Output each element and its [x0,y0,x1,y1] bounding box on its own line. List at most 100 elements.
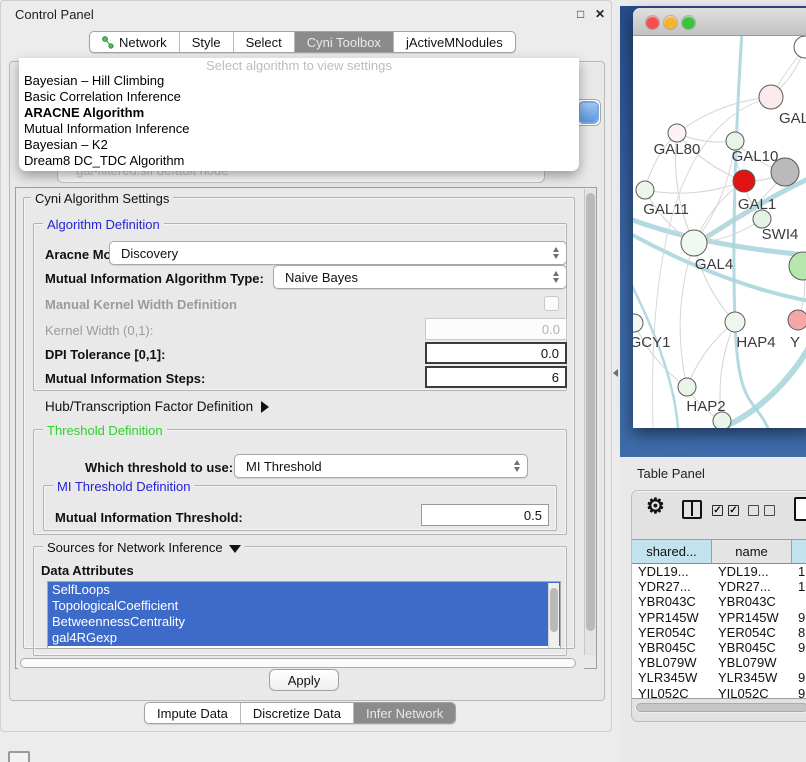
data-attribute-item[interactable]: BetweennessCentrality [48,614,560,630]
algorithm-option[interactable]: Mutual Information Inference [19,121,579,137]
network-node-GCY1[interactable] [633,314,643,332]
table-cell[interactable]: 12 [792,579,806,594]
table-cell[interactable]: 9. [792,670,806,685]
table-row[interactable]: YDL19...YDL19...13 [632,564,806,579]
network-node[interactable] [789,252,806,280]
algorithm-option[interactable]: Bayesian – K2 [19,137,579,153]
table-cell[interactable]: 9 [792,686,806,700]
network-node-GAL80[interactable] [668,124,686,142]
table-cell[interactable]: YBR043C [632,594,712,609]
table-row[interactable]: YLR345WYLR345W9. [632,670,806,685]
which-threshold-combo[interactable]: MI Threshold [234,454,528,478]
select-all-checkbox-icon[interactable]: ✓ [712,505,723,516]
network-node-HAP4[interactable] [725,312,745,332]
network-window-titlebar[interactable] [633,8,806,36]
restore-icon[interactable]: □ [577,7,584,21]
tab-impute-data[interactable]: Impute Data [145,703,241,723]
table-row[interactable]: YER054CYER054C8. [632,625,806,640]
table-cell[interactable]: YLR345W [632,670,712,685]
table-cell[interactable]: YIL052C [632,686,712,700]
tab-infer-network[interactable]: Infer Network [354,703,455,723]
table-column-header[interactable] [792,540,806,563]
network-node[interactable] [794,36,806,58]
split-pane-gripper-icon[interactable] [613,369,618,377]
network-node-GAL11[interactable] [636,181,654,199]
tab-cyni-toolbox[interactable]: Cyni Toolbox [295,32,394,52]
tab-jactivemnodules[interactable]: jActiveMNodules [394,32,515,52]
table-cell[interactable]: 9. [792,610,806,625]
table-cell[interactable] [792,594,806,609]
table-cell[interactable]: 13 [792,564,806,579]
table-row[interactable]: YPR145WYPR145W9. [632,610,806,625]
node-table[interactable]: shared...name YDL19...YDL19...13YDR27...… [632,539,806,699]
tab-discretize-data[interactable]: Discretize Data [241,703,354,723]
data-attribute-item[interactable]: SelfLoops [48,582,560,598]
deselect-all-checkbox-icon[interactable] [748,505,759,516]
tab-network[interactable]: Network [90,32,180,52]
table-row[interactable]: YBL079WYBL079W [632,655,806,670]
table-cell[interactable]: YBR045C [712,640,792,655]
new-table-icon[interactable] [794,497,806,521]
sources-title-row[interactable]: Sources for Network Inference [43,540,245,555]
algorithm-option[interactable]: Basic Correlation Inference [19,89,579,105]
hub-section-toggle[interactable]: Hub/Transcription Factor Definition [45,399,269,414]
network-node-GAL1[interactable] [733,170,755,192]
gear-icon[interactable]: ⚙ [646,494,665,519]
table-row[interactable]: YIL052CYIL052C9 [632,686,806,700]
mi-steps-input[interactable]: 6 [425,366,567,388]
table-cell[interactable]: YDL19... [632,564,712,579]
kernel-width-input[interactable]: 0.0 [425,318,567,340]
table-cell[interactable]: YPR145W [632,610,712,625]
table-cell[interactable]: YDL19... [712,564,792,579]
network-node-HAP2[interactable] [678,378,696,396]
network-view-window[interactable]: GALGAL80GAL10GAL1GAL11SWI4GAL4GCY1HAP4YH… [633,8,806,428]
minimized-panel-icon[interactable] [8,751,30,762]
network-canvas[interactable]: GALGAL80GAL10GAL1GAL11SWI4GAL4GCY1HAP4YH… [633,36,806,428]
mi-threshold-input[interactable]: 0.5 [421,504,549,526]
algorithm-option[interactable]: Bayesian – Hill Climbing [19,73,579,89]
deselect-all-checkbox-icon-2[interactable] [764,505,775,516]
network-node-GAL4[interactable] [681,230,707,256]
table-cell[interactable]: YLR345W [712,670,792,685]
scrollbar-thumb[interactable] [550,588,558,632]
table-cell[interactable]: YBL079W [712,655,792,670]
mi-type-combo[interactable]: Naive Bayes [273,265,567,289]
table-cell[interactable]: YPR145W [712,610,792,625]
table-column-header[interactable]: shared... [632,540,712,563]
algorithm-option[interactable]: ARACNE Algorithm [19,105,579,121]
tab-select[interactable]: Select [234,32,295,52]
scrollbar-thumb[interactable] [20,658,576,668]
close-icon[interactable]: ✕ [595,7,605,21]
table-horizontal-scrollbar[interactable] [635,703,806,713]
settings-horizontal-scrollbar[interactable] [18,658,584,669]
table-cell[interactable]: YIL052C [712,686,792,700]
table-cell[interactable]: YBL079W [632,655,712,670]
table-cell[interactable]: 9. [792,640,806,655]
data-attribute-item[interactable]: TopologicalCoefficient [48,598,560,614]
data-attribute-item[interactable]: gal4RGexp [48,630,560,646]
table-row[interactable]: YBR043CYBR043C [632,594,806,609]
split-columns-icon[interactable] [682,500,702,519]
apply-button[interactable]: Apply [269,669,339,691]
table-column-header[interactable]: name [712,540,792,563]
zoom-traffic-light-icon[interactable] [682,16,695,29]
settings-vertical-scrollbar[interactable] [584,189,596,655]
dpi-tolerance-input[interactable]: 0.0 [425,342,567,364]
minimize-traffic-light-icon[interactable] [664,16,677,29]
table-cell[interactable]: YDR27... [632,579,712,594]
data-attributes-list[interactable]: SelfLoopsTopologicalCoefficientBetweenne… [47,581,561,649]
table-row[interactable]: YBR045CYBR045C9. [632,640,806,655]
table-cell[interactable] [792,655,806,670]
select-all-checkbox-icon-2[interactable]: ✓ [728,505,739,516]
table-cell[interactable]: YBR045C [632,640,712,655]
network-node-Y[interactable] [788,310,806,330]
manual-kernel-checkbox[interactable] [544,296,559,311]
close-traffic-light-icon[interactable] [646,16,659,29]
table-cell[interactable]: YER054C [712,625,792,640]
table-cell[interactable]: YBR043C [712,594,792,609]
scrollbar-thumb[interactable] [586,193,595,631]
algorithm-option[interactable]: Dream8 DC_TDC Algorithm [19,153,579,169]
network-node-GAL[interactable] [759,85,783,109]
table-row[interactable]: YDR27...YDR27...12 [632,579,806,594]
scrollbar-thumb[interactable] [636,703,806,712]
